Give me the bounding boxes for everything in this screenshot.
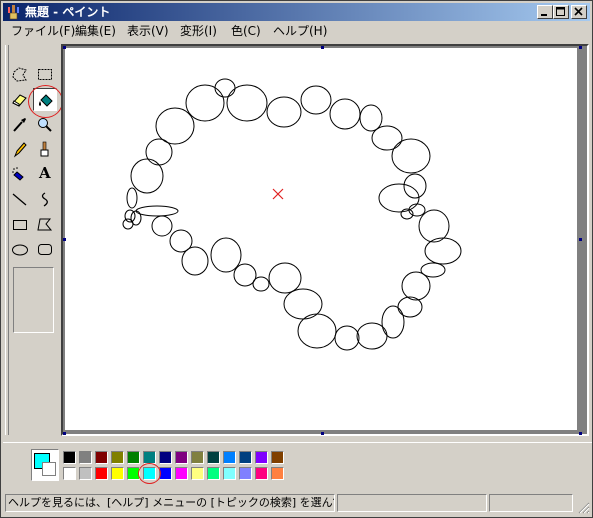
color-swatch[interactable]	[223, 467, 236, 480]
menu-help[interactable]: ヘルプ(H)	[273, 24, 327, 39]
color-swatch[interactable]	[159, 451, 172, 464]
color-swatch[interactable]	[79, 451, 92, 464]
tool-ellipse[interactable]	[8, 238, 32, 261]
resize-handle-top[interactable]	[321, 46, 324, 49]
tool-rounded-rectangle[interactable]	[33, 238, 57, 261]
color-swatch[interactable]	[95, 451, 108, 464]
color-swatch[interactable]	[63, 451, 76, 464]
rounded-rectangle-icon	[38, 244, 52, 255]
magnifier-icon	[38, 118, 52, 132]
color-swatch[interactable]	[127, 451, 140, 464]
paint-app-icon[interactable]	[6, 4, 22, 20]
close-icon	[574, 7, 583, 16]
menu-view[interactable]: 表示(V)	[127, 24, 169, 39]
size-grip-icon[interactable]	[578, 502, 590, 514]
color-swatch[interactable]	[239, 451, 252, 464]
color-swatch[interactable]	[175, 451, 188, 464]
text-icon: A	[39, 164, 51, 182]
rectangle-icon	[13, 220, 27, 230]
color-swatch[interactable]	[191, 467, 204, 480]
tool-free-form-select[interactable]	[8, 63, 32, 86]
drawing-canvas[interactable]	[65, 48, 577, 430]
drawing-content	[122, 78, 462, 351]
color-swatch[interactable]	[79, 467, 92, 480]
maximize-icon	[556, 7, 565, 16]
airbrush-icon	[12, 167, 24, 181]
maximize-button[interactable]	[553, 5, 569, 19]
resize-handle-bottom-right[interactable]	[579, 432, 582, 435]
tool-polygon[interactable]	[33, 213, 57, 236]
tool-pencil[interactable]	[8, 138, 32, 161]
color-swatch[interactable]	[175, 467, 188, 480]
highlight-circle-fill-tool	[28, 85, 63, 118]
color-swatch[interactable]	[255, 451, 268, 464]
title-bar[interactable]: 無題 - ペイント	[3, 3, 590, 21]
current-colors	[31, 449, 59, 481]
paint-window: 無題 - ペイント ファイル(F) 編集(E) 表示(V) 変形(I) 色(C)…	[0, 0, 593, 518]
color-swatch[interactable]	[207, 467, 220, 480]
pick-color-icon	[13, 118, 26, 132]
highlight-circle-cyan-swatch	[138, 463, 161, 484]
resize-handle-left[interactable]	[63, 238, 66, 241]
minimize-button[interactable]	[537, 5, 553, 19]
tool-pick-color[interactable]	[8, 113, 32, 136]
resize-handle-top-left[interactable]	[63, 46, 66, 49]
tool-options-box[interactable]	[13, 267, 54, 333]
tool-select[interactable]	[33, 63, 57, 86]
eraser-icon	[12, 94, 27, 107]
menu-image[interactable]: 変形(I)	[180, 24, 217, 39]
color-swatch[interactable]	[111, 467, 124, 480]
status-size-panel	[489, 494, 573, 512]
ellipse-icon	[12, 244, 28, 256]
brush-icon	[40, 141, 49, 157]
resize-handle-right[interactable]	[579, 238, 582, 241]
polygon-icon	[37, 218, 53, 231]
minimize-icon	[541, 14, 547, 16]
tool-rectangle[interactable]	[8, 213, 32, 236]
close-button[interactable]	[571, 5, 587, 19]
color-swatch[interactable]	[271, 467, 284, 480]
menu-edit[interactable]: 編集(E)	[75, 24, 116, 39]
tool-brush[interactable]	[33, 138, 57, 161]
tool-text[interactable]: A	[33, 163, 57, 186]
background-color	[42, 462, 56, 476]
color-swatch[interactable]	[95, 467, 108, 480]
line-icon	[12, 193, 27, 206]
resize-handle-top-right[interactable]	[579, 46, 582, 49]
menu-file[interactable]: ファイル(F)	[11, 24, 75, 39]
color-swatch[interactable]	[191, 451, 204, 464]
color-swatch[interactable]	[255, 467, 268, 480]
free-form-select-icon	[12, 67, 27, 82]
status-coords-panel	[337, 494, 487, 512]
status-help-text: ヘルプを見るには、[ヘルプ] メニューの [トピックの検索] を選んでください。	[5, 494, 335, 512]
select-icon	[38, 69, 52, 80]
color-swatch[interactable]	[271, 451, 284, 464]
tool-line[interactable]	[8, 188, 32, 211]
tool-airbrush[interactable]	[8, 163, 32, 186]
curve-icon	[41, 192, 48, 207]
resize-handle-bottom-left[interactable]	[63, 432, 66, 435]
pencil-icon	[13, 142, 27, 158]
color-swatch[interactable]	[207, 451, 220, 464]
color-swatch[interactable]	[223, 451, 236, 464]
window-title: 無題 - ペイント	[25, 5, 111, 19]
tool-curve[interactable]	[33, 188, 57, 211]
menu-bar: ファイル(F) 編集(E) 表示(V) 変形(I) 色(C) ヘルプ(H)	[3, 22, 590, 41]
status-bar: ヘルプを見るには、[ヘルプ] メニューの [トピックの検索] を選んでください。	[3, 492, 592, 516]
color-swatch[interactable]	[111, 451, 124, 464]
color-swatch[interactable]	[63, 467, 76, 480]
color-swatch[interactable]	[239, 467, 252, 480]
resize-handle-bottom[interactable]	[321, 432, 324, 435]
menu-colors[interactable]: 色(C)	[231, 24, 261, 39]
